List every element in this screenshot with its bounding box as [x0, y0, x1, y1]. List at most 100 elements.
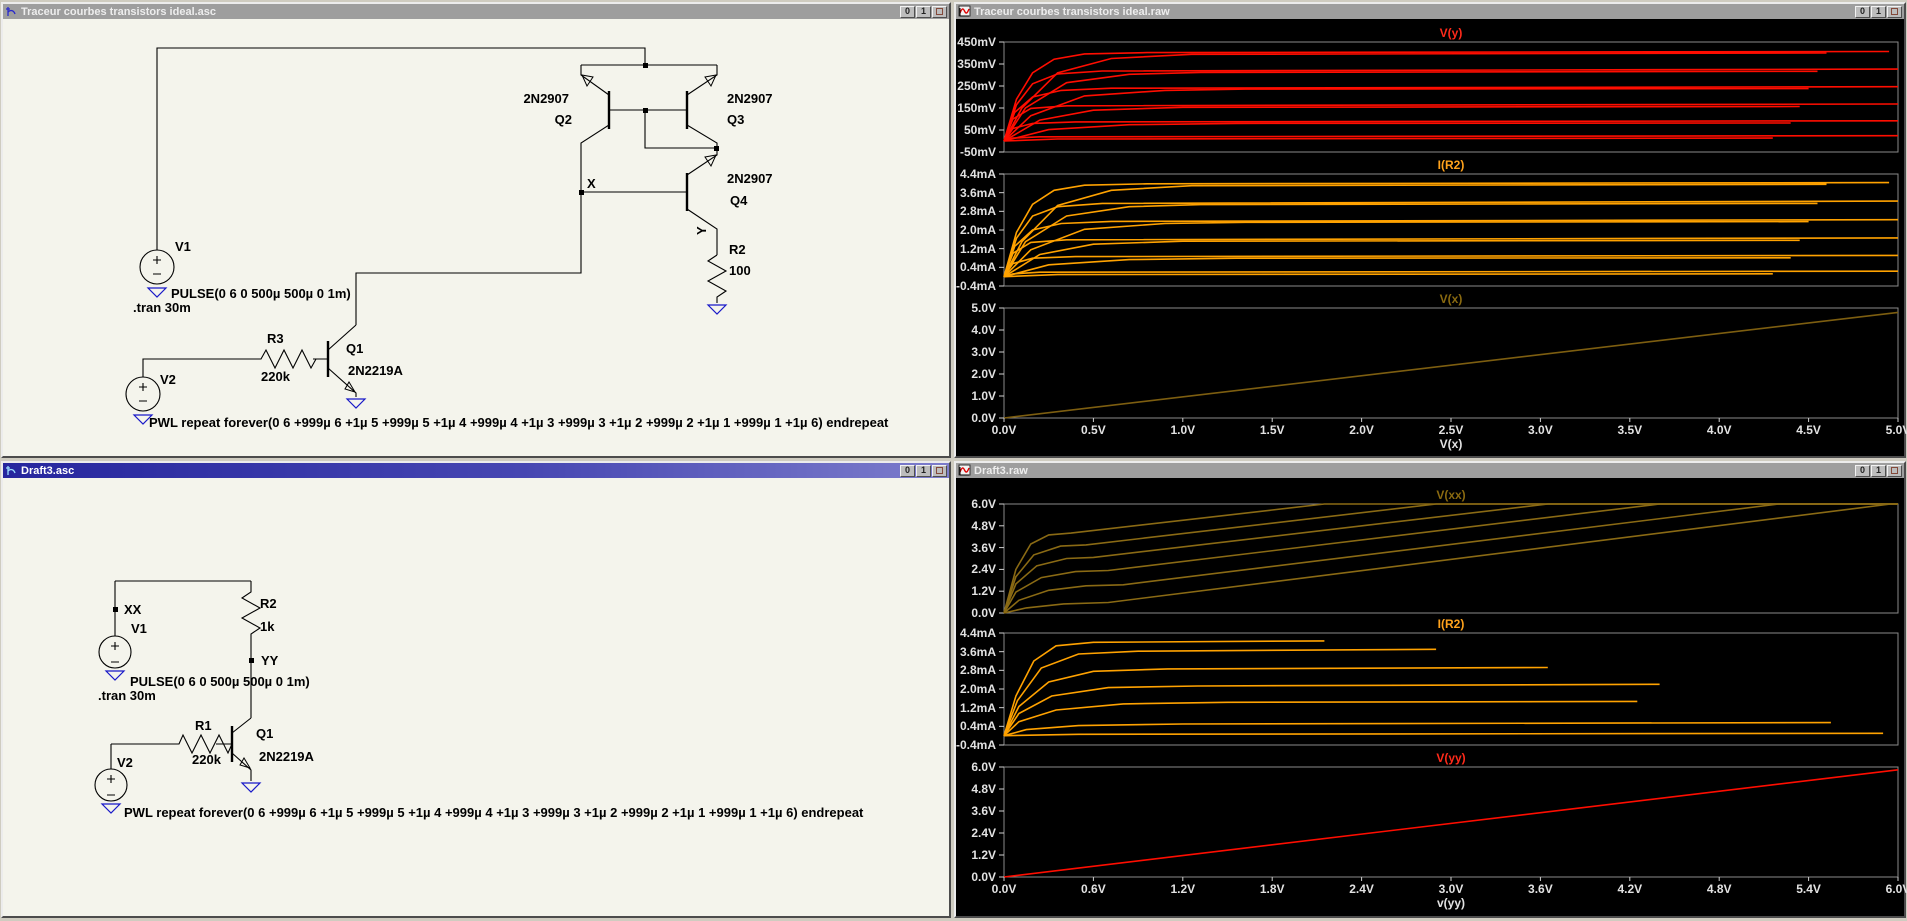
tile-0-button[interactable]: 0 — [1855, 5, 1870, 18]
pane-canvas — [999, 307, 1899, 422]
ground-icon — [146, 287, 168, 298]
maximize-icon — [1891, 8, 1898, 15]
axis-tick-label: 4.2V — [1617, 882, 1643, 896]
label-q1-type: 2N2219A — [259, 749, 315, 764]
axis-tick-label: 1.0V — [971, 389, 996, 403]
axis-tick-label: 6.0V — [1885, 882, 1907, 896]
v2-source[interactable] — [94, 768, 128, 802]
schematic-file-icon — [6, 7, 16, 16]
titlebar-plot-ideal[interactable]: Traceur courbes transistors ideal.raw 0 … — [956, 4, 1904, 19]
axis-tick-label: 4.8V — [971, 782, 996, 796]
axis-tick-label: 1.2V — [1170, 882, 1196, 896]
schematic-drawing: XX V1 PULSE(0 6 0 500µ 500µ 0 1m) .tran … — [94, 580, 864, 820]
axis-tick-label: 5.0V — [971, 301, 996, 315]
axis-tick-label: 0.6V — [1081, 882, 1106, 896]
v1-source[interactable] — [139, 249, 175, 285]
tile-1-button[interactable]: 1 — [1871, 5, 1886, 18]
tile-1-button[interactable]: 1 — [916, 464, 931, 477]
titlebar-schematic-ideal[interactable]: Traceur courbes transistors ideal.asc 0 … — [3, 4, 949, 19]
tile-0-button[interactable]: 0 — [900, 5, 915, 18]
axis-tick-label: 2.4V — [971, 826, 996, 840]
label-node-xx: XX — [124, 602, 142, 617]
titlebar-schematic-draft3[interactable]: Draft3.asc 0 1 — [3, 463, 949, 478]
v2-polarity-icon — [107, 775, 115, 796]
window-title: Draft3.raw — [974, 464, 1028, 477]
ground-icon — [240, 782, 262, 793]
ground-icon — [345, 398, 367, 409]
label-tran: .tran 30m — [98, 688, 156, 703]
axis-tick-label: 0.5V — [1081, 423, 1106, 437]
maximize-button[interactable] — [1887, 464, 1902, 477]
axis-tick-label: 4.5V — [1796, 423, 1821, 437]
r2-resistor[interactable] — [706, 254, 728, 303]
v1-polarity-icon — [153, 256, 161, 275]
label-q3: Q3 — [727, 112, 744, 127]
tile-0-button[interactable]: 0 — [1855, 464, 1870, 477]
label-r3: R3 — [267, 331, 284, 346]
junction-dot — [579, 190, 584, 195]
label-r1-value: 220k — [192, 752, 222, 767]
r2-resistor[interactable] — [240, 581, 262, 660]
trace — [1003, 311, 1899, 419]
label-r2: R2 — [729, 242, 746, 257]
waveform-file-icon — [958, 5, 971, 17]
axis-tick-label: 6.0V — [971, 760, 996, 774]
q2-leads — [580, 65, 645, 192]
label-node-yy: YY — [261, 653, 279, 668]
v1-source[interactable] — [98, 635, 132, 669]
q3-leads — [645, 65, 718, 148]
maximize-icon — [1891, 467, 1898, 474]
waveform-plot-ideal[interactable]: V(y) 450mV 350mV 250mV 150mV 50mV -50mV I(R2) 4… — [956, 19, 1907, 456]
ground-icon — [104, 670, 126, 681]
label-q1: Q1 — [256, 726, 273, 741]
axis-tick-label: 3.6V — [1528, 882, 1553, 896]
window-schematic-ideal: Traceur courbes transistors ideal.asc 0 … — [1, 2, 951, 458]
axis-tick-label: 4.8V — [1706, 882, 1732, 896]
maximize-button[interactable] — [932, 464, 947, 477]
junction-dot — [643, 63, 648, 68]
pane-canvas — [999, 766, 1899, 881]
axis-tick-label: 3.0V — [1438, 882, 1464, 896]
schematic-canvas-ideal[interactable]: V1 PULSE(0 6 0 500µ 500µ 0 1m) .tran 30m… — [3, 19, 949, 456]
plot-pane-vx: V(x) 5.0V 4.0V 3.0V 2.0V 1.0V 0.0V 0.0V 0.5V 1.0V… — [956, 19, 1907, 456]
maximize-button[interactable] — [1887, 5, 1902, 18]
label-v2: V2 — [160, 372, 176, 387]
junction-dot — [643, 108, 648, 113]
wire — [156, 47, 646, 250]
q1-emitter-arrow-icon — [239, 757, 252, 769]
r1-resistor[interactable] — [111, 733, 233, 755]
ground-icon — [706, 304, 728, 315]
label-r2-value: 100 — [729, 263, 751, 278]
axis-tick-label: 0.0V — [991, 882, 1017, 896]
window-title: Traceur courbes transistors ideal.asc — [21, 5, 217, 18]
axis-tick-label: 1.5V — [1259, 423, 1285, 437]
waveform-plot-draft3[interactable]: V(xx) 6.0V 4.8V 3.6V 2.4V 1.2V 0.0V I(R2) 4.4mA… — [956, 478, 1907, 916]
axis-tick-label: 4.0V — [971, 323, 996, 337]
label-q1-type: 2N2219A — [348, 363, 404, 378]
label-r3-value: 220k — [261, 369, 291, 384]
maximize-button[interactable] — [932, 5, 947, 18]
schematic-canvas-draft3[interactable]: XX V1 PULSE(0 6 0 500µ 500µ 0 1m) .tran … — [3, 478, 949, 916]
tile-0-button[interactable]: 0 — [900, 464, 915, 477]
label-r2: R2 — [260, 596, 277, 611]
axis-tick-label: 0.0V — [991, 423, 1017, 437]
axis-tick-label: 2.4V — [1349, 882, 1374, 896]
axis-tick-label: 3.5V — [1617, 423, 1643, 437]
v2-source[interactable] — [125, 376, 161, 412]
tile-1-button[interactable]: 1 — [916, 5, 931, 18]
window-schematic-draft3: Draft3.asc 0 1 XX V1 PULSE(0 6 0 500µ 50… — [1, 461, 951, 918]
tile-1-button[interactable]: 1 — [1871, 464, 1886, 477]
label-r1: R1 — [195, 718, 212, 733]
label-v1: V1 — [175, 239, 191, 254]
axis-tick-label: 2.5V — [1438, 423, 1464, 437]
label-q3-type: 2N2907 — [727, 91, 773, 106]
label-v1-value: PULSE(0 6 0 500µ 500µ 0 1m) — [171, 286, 351, 301]
waveform-file-icon — [958, 464, 971, 476]
label-node-x: X — [587, 176, 596, 191]
label-q2-type: 2N2907 — [523, 91, 569, 106]
label-v1: V1 — [131, 621, 147, 636]
label-q1: Q1 — [346, 341, 363, 356]
label-r2-value: 1k — [260, 619, 275, 634]
titlebar-plot-draft3[interactable]: Draft3.raw 0 1 — [956, 463, 1904, 478]
x-axis-label: V(x) — [1439, 437, 1463, 451]
